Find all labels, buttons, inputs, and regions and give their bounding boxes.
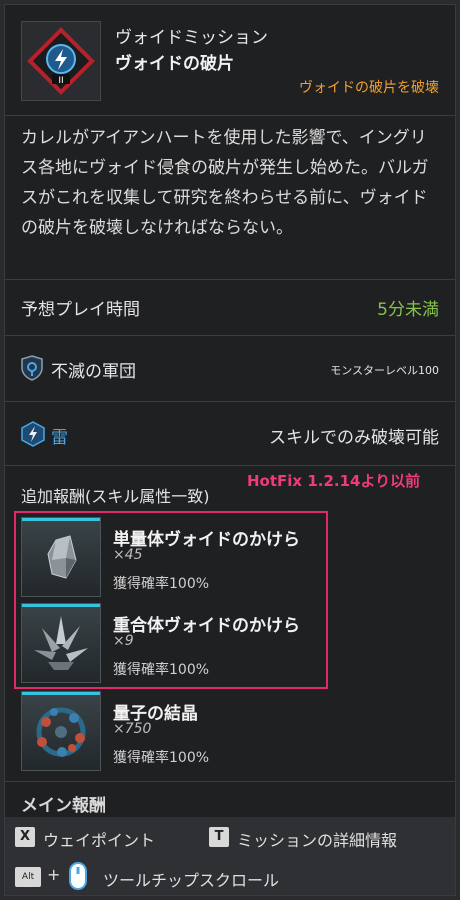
mission-type: ヴォイドミッション (115, 28, 268, 48)
divider (5, 401, 455, 402)
mission-description: カレルがアイアンハートを使用した影響で、イングリス各地にヴォイド侵食の破片が発生… (21, 128, 429, 238)
mission-objective: ヴォイドの破片を破壊 (299, 80, 439, 96)
reward-quantity: ×750 (113, 721, 152, 737)
element-row: 雷 スキルでのみ破壊可能 (5, 409, 455, 461)
details-key[interactable]: T (209, 827, 229, 847)
scroll-label: ツールチップスクロール (103, 871, 280, 890)
waypoint-key[interactable]: X (15, 827, 35, 847)
void-mission-icon: II (21, 21, 101, 101)
plus-sign: + (47, 865, 61, 884)
details-label[interactable]: ミッションの詳細情報 (237, 827, 397, 851)
faction-shield-icon (21, 355, 43, 385)
main-rewards-title: メイン報酬 (21, 796, 106, 816)
element-condition: スキルでのみ破壊可能 (269, 428, 439, 448)
svg-text:II: II (58, 76, 63, 86)
reward-item: 量子の結晶 ×750 獲得確率100% (21, 691, 441, 771)
bonus-rewards-title: 追加報酬(スキル属性一致) (21, 487, 210, 506)
quantum-crystal-icon (21, 691, 101, 771)
divider (5, 335, 455, 336)
reward-drop-rate: 獲得確率100% (113, 750, 210, 766)
play-time-row: 予想プレイ時間 5分未満 (5, 281, 455, 333)
hotfix-highlight-frame (14, 511, 328, 689)
faction-label: 不滅の軍団 (51, 362, 136, 382)
monster-level: モンスターレベル100 (330, 364, 439, 377)
divider (5, 115, 455, 116)
mission-header: II ヴォイドミッション ヴォイドの破片 ヴォイドの破片を破壊 (5, 5, 455, 115)
hotfix-annotation: HotFix 1.2.14より以前 (247, 472, 421, 490)
divider (5, 781, 455, 782)
play-time-value: 5分未満 (377, 300, 439, 320)
divider (5, 279, 455, 280)
play-time-label: 予想プレイ時間 (21, 300, 140, 320)
waypoint-label[interactable]: ウェイポイント (43, 827, 155, 851)
element-label: 雷 (51, 428, 68, 448)
hotkey-footer: X ウェイポイント T ミッションの詳細情報 Alt + ツールチップスクロール (5, 817, 455, 895)
faction-row: 不滅の軍団 モンスターレベル100 (5, 343, 455, 395)
mission-title: ヴォイドの破片 (115, 54, 234, 74)
mouse-wheel-icon (67, 861, 89, 895)
divider (5, 465, 455, 466)
lightning-element-icon (21, 421, 45, 451)
mission-tooltip: II ヴォイドミッション ヴォイドの破片 ヴォイドの破片を破壊 カレルがアイアン… (4, 4, 456, 896)
alt-key[interactable]: Alt (15, 867, 41, 887)
